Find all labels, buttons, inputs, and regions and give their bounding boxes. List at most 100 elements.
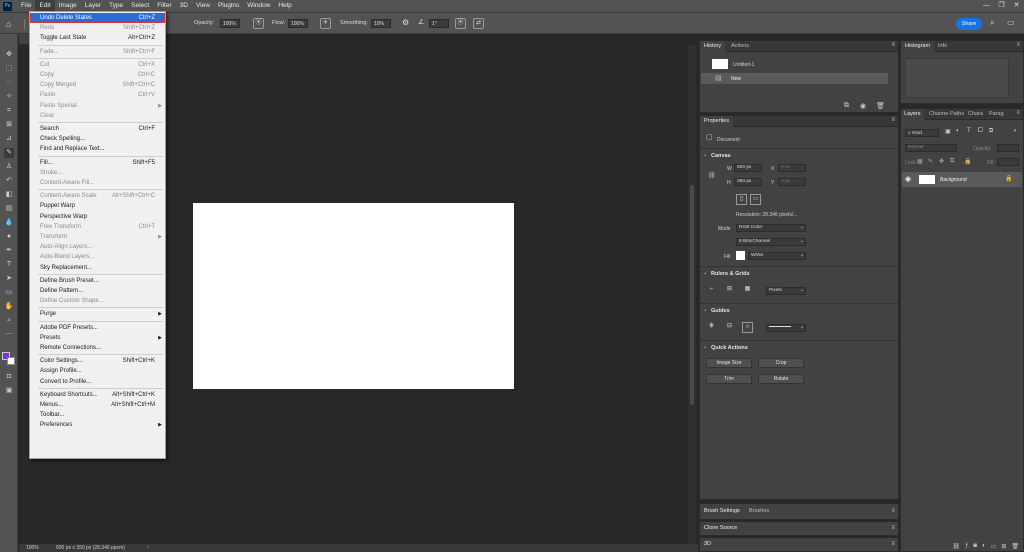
menu-item-color-settings[interactable]: Color Settings... Shift+Ctrl+K: [30, 356, 165, 366]
tab-info[interactable]: Info: [934, 41, 951, 52]
image-size-button[interactable]: Image Size: [706, 358, 752, 368]
layer-fill-field[interactable]: [997, 158, 1019, 166]
menu-help[interactable]: Help: [274, 0, 295, 12]
grid-icon[interactable]: ⊞: [724, 285, 735, 296]
lasso-tool-icon[interactable]: ◌: [4, 78, 14, 88]
tab-clone-source[interactable]: Clone Source: [700, 523, 742, 534]
trash-icon[interactable]: 🗑: [1011, 543, 1019, 552]
crop-button[interactable]: Crop: [758, 358, 804, 368]
menu-view[interactable]: View: [192, 0, 214, 12]
menu-item-convert-to-profile[interactable]: Convert to Profile...: [30, 377, 165, 387]
type-tool-icon[interactable]: T: [4, 260, 14, 270]
pressure-size-icon[interactable]: ⦿: [455, 18, 466, 29]
adjustment-filter-icon[interactable]: ◐: [956, 128, 960, 134]
pixel-grid-icon[interactable]: ▦: [742, 285, 753, 296]
brush-tool-icon[interactable]: ✎: [4, 148, 14, 158]
tab-brush-settings[interactable]: Brush Settings: [700, 506, 744, 517]
guide-columns-icon[interactable]: ⊟: [724, 322, 735, 333]
search-icon[interactable]: ⌕: [990, 18, 994, 28]
symmetry-icon[interactable]: ⇄: [473, 18, 484, 29]
ruler-icon[interactable]: ⌐: [706, 285, 717, 296]
airbrush-icon[interactable]: ✈: [320, 18, 331, 29]
opacity-field[interactable]: 100%: [220, 19, 240, 28]
history-brush-tool-icon[interactable]: ↶: [4, 176, 14, 186]
frame-tool-icon[interactable]: ⊠: [4, 120, 14, 130]
pen-tool-icon[interactable]: ✒: [4, 246, 14, 256]
lock-artboard-icon[interactable]: ⧉: [950, 158, 954, 165]
fill-select[interactable]: White: [748, 252, 806, 260]
height-field[interactable]: 350 px: [734, 178, 762, 186]
menu-item-menus[interactable]: Menus... Alt+Shift+Ctrl+M: [30, 400, 165, 410]
y-field[interactable]: 0 px: [778, 178, 806, 186]
new-document-from-state-icon[interactable]: ⧉: [844, 102, 849, 110]
smoothing-field[interactable]: 10%: [371, 19, 391, 28]
menu-item-define-pattern[interactable]: Define Pattern...: [30, 286, 165, 296]
chevron-down-icon[interactable]: ⌄: [703, 270, 707, 276]
tab-properties[interactable]: Properties: [700, 116, 734, 127]
chevron-down-icon[interactable]: ⌄: [703, 307, 707, 313]
snapshot-label[interactable]: Untitled-1: [733, 62, 754, 68]
image-filter-icon[interactable]: ▣: [945, 128, 951, 135]
crop-tool-icon[interactable]: ⌗: [4, 106, 14, 116]
fill-color-swatch[interactable]: [736, 251, 745, 260]
new-layer-icon[interactable]: ⊞: [1001, 543, 1006, 552]
layer-filter-select[interactable]: ⌕ Kind: [905, 129, 939, 137]
move-tool-icon[interactable]: ✥: [4, 50, 14, 60]
rotate-button[interactable]: Rotate: [758, 374, 804, 384]
menu-item-undo-delete-states[interactable]: Undo Delete States Ctrl+Z: [30, 13, 165, 23]
adjustment-layer-icon[interactable]: ◐: [982, 543, 986, 552]
new-group-icon[interactable]: ▭: [991, 543, 997, 552]
panel-menu-icon[interactable]: ≡: [891, 42, 895, 48]
minimize-icon[interactable]: —: [979, 0, 994, 12]
path-select-tool-icon[interactable]: ➤: [4, 274, 14, 284]
tab-character[interactable]: Chara: [965, 109, 986, 120]
quick-mask-icon[interactable]: ◘: [4, 372, 14, 382]
lock-pixels-icon[interactable]: ✎: [928, 158, 933, 165]
panel-menu-icon[interactable]: ≡: [1016, 42, 1020, 48]
scrollbar-thumb[interactable]: [690, 185, 694, 405]
gear-icon[interactable]: ⚙: [402, 18, 409, 27]
layer-mask-icon[interactable]: ◙: [973, 543, 977, 552]
panel-menu-icon[interactable]: ≡: [891, 508, 895, 514]
menu-item-purge[interactable]: Purge ▶: [30, 309, 165, 319]
menu-item-assign-profile[interactable]: Assign Profile...: [30, 366, 165, 376]
quick-select-tool-icon[interactable]: ✧: [4, 92, 14, 102]
link-icon[interactable]: ⛓: [708, 172, 716, 179]
panel-menu-icon[interactable]: ≡: [1016, 110, 1020, 116]
trash-icon[interactable]: 🗑: [876, 102, 885, 110]
menu-item-adobe-pdf-presets[interactable]: Adobe PDF Presets...: [30, 323, 165, 333]
menu-item-toggle-last-state[interactable]: Toggle Last State Alt+Ctrl+Z: [30, 33, 165, 43]
landscape-orientation-icon[interactable]: ▭: [750, 194, 761, 205]
panel-menu-icon[interactable]: ≡: [891, 117, 895, 123]
tab-brushes[interactable]: Brushes: [745, 506, 773, 517]
eraser-tool-icon[interactable]: ◧: [4, 190, 14, 200]
mode-select[interactable]: RGB Color: [736, 224, 806, 232]
tab-actions[interactable]: Actions: [727, 41, 753, 52]
status-chevron-icon[interactable]: ›: [147, 544, 149, 550]
share-button[interactable]: Share: [956, 18, 982, 30]
close-icon[interactable]: ✕: [1009, 0, 1024, 12]
menu-item-toolbar[interactable]: Toolbar...: [30, 410, 165, 420]
menu-item-remote-connections[interactable]: Remote Connections...: [30, 343, 165, 353]
menu-item-fill[interactable]: Fill... Shift+F5: [30, 158, 165, 168]
restore-icon[interactable]: ❐: [994, 0, 1009, 12]
lock-all-icon[interactable]: 🔒: [964, 158, 971, 165]
pressure-opacity-icon[interactable]: ⦿: [253, 18, 264, 29]
portrait-orientation-icon[interactable]: ▯: [736, 194, 747, 205]
menu-window[interactable]: Window: [243, 0, 274, 12]
camera-icon[interactable]: ◉: [860, 102, 866, 110]
flow-field[interactable]: 100%: [288, 19, 308, 28]
menu-item-check-spelling[interactable]: Check Spelling...: [30, 134, 165, 144]
menu-item-search[interactable]: Search Ctrl+F: [30, 124, 165, 134]
hand-tool-icon[interactable]: ✋: [4, 302, 14, 312]
menu-item-preferences[interactable]: Preferences ▶: [30, 420, 165, 430]
eyedropper-tool-icon[interactable]: ⊿: [4, 134, 14, 144]
tab-history[interactable]: History: [700, 41, 726, 52]
tab-histogram[interactable]: Histogram: [901, 41, 935, 52]
blur-tool-icon[interactable]: 💧: [4, 218, 14, 228]
smart-guides-icon[interactable]: ⊹: [742, 322, 753, 333]
panel-menu-icon[interactable]: ≡: [891, 541, 895, 547]
fx-icon[interactable]: ƒ: [965, 543, 968, 552]
tab-3d[interactable]: 3D: [700, 539, 716, 550]
menu-item-sky-replacement[interactable]: Sky Replacement...: [30, 263, 165, 273]
